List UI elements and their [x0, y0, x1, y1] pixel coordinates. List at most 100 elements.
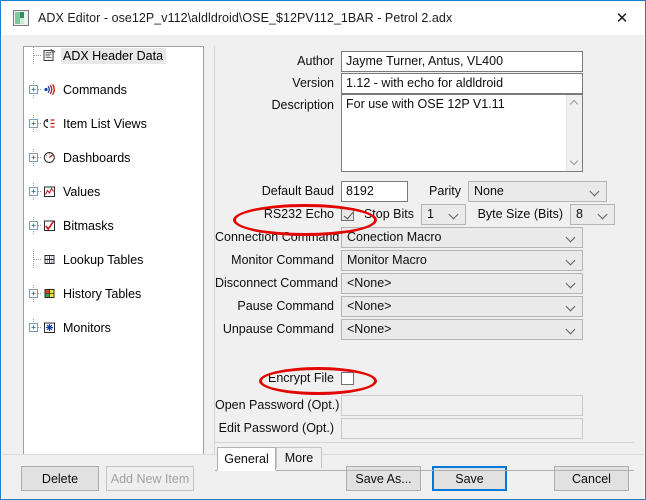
title-bar: ADX Editor - ose12P_v112\aldldroid\OSE_$…: [1, 1, 645, 35]
tree-item-item-list-views[interactable]: + Item List Views: [24, 115, 203, 132]
edit-password-input[interactable]: [341, 417, 583, 439]
field-row-author: Author Jayme Turner, Antus, VL400: [215, 50, 634, 72]
tab-separator: [215, 442, 634, 443]
open-password-label: Open Password (Opt.): [215, 398, 340, 412]
window-title: ADX Editor - ose12P_v112\aldldroid\OSE_$…: [38, 11, 453, 25]
dashboards-icon: [42, 150, 57, 165]
unpause-command-select[interactable]: <None>: [341, 318, 583, 340]
field-row-edit-password: Edit Password (Opt.): [215, 417, 634, 439]
default-baud-label: Default Baud: [261, 184, 334, 198]
delete-button[interactable]: Delete: [21, 466, 99, 491]
connection-command-label: Connection Command: [215, 230, 340, 244]
disconnect-command-select[interactable]: <None>: [341, 272, 583, 294]
header-data-form: Author Jayme Turner, Antus, VL400 Versio…: [214, 46, 634, 471]
client-area: ADX Header Data + Commands + Item List V…: [2, 35, 644, 499]
chevron-down-icon: [450, 211, 459, 217]
tree-item-dashboards[interactable]: + Dashboards: [24, 149, 203, 166]
bitmasks-icon: [42, 218, 57, 233]
tree-item-label: Dashboards: [63, 150, 131, 165]
description-label-row: Description: [215, 94, 341, 116]
byte-size-label: Byte Size (Bits): [477, 207, 563, 221]
field-row-encrypt-file: Encrypt File: [215, 367, 634, 389]
tree-expander-dashboards[interactable]: +: [29, 153, 38, 162]
chevron-down-icon: [567, 326, 576, 332]
field-row-unpause-command: Unpause Command <None>: [215, 318, 634, 340]
tab-general[interactable]: General: [217, 447, 276, 471]
connection-command-select[interactable]: Conection Macro: [341, 226, 583, 248]
tree-item-label: History Tables: [63, 286, 142, 301]
chevron-down-icon: [567, 257, 576, 263]
field-row-pause-command: Pause Command <None>: [215, 295, 634, 317]
tree-item-history-tables[interactable]: + History Tables: [24, 285, 203, 302]
tree-guide-connector: [34, 55, 41, 56]
byte-size-select[interactable]: 8: [570, 203, 615, 225]
general-tab-content: Author Jayme Turner, Antus, VL400 Versio…: [215, 46, 634, 442]
default-baud-input[interactable]: 8192: [341, 180, 408, 202]
tree-item-commands[interactable]: + Commands: [24, 81, 203, 98]
tree-expander-monitors[interactable]: +: [29, 323, 38, 332]
disconnect-command-value: <None>: [347, 276, 392, 290]
lookup-tables-icon: 1 2 3 0: [42, 252, 57, 267]
rs232-echo-label: RS232 Echo: [263, 207, 334, 221]
version-input[interactable]: 1.12 - with echo for aldldroid: [341, 72, 583, 94]
field-row-connection-command: Connection Command Conection Macro: [215, 226, 634, 248]
tree-item-values[interactable]: + Values: [24, 183, 203, 200]
tree-item-monitors[interactable]: + Monitors: [24, 319, 203, 336]
pause-command-value: <None>: [347, 299, 392, 313]
description-value[interactable]: For use with OSE 12P V1.11: [346, 97, 561, 112]
tree-expander-bitmasks[interactable]: +: [29, 221, 38, 230]
tab-more[interactable]: More: [276, 447, 322, 468]
tree-item-label: Commands: [63, 82, 127, 97]
tree-item-lookup-tables[interactable]: 1 2 3 0 Lookup Tables: [24, 251, 203, 268]
scroll-up-icon[interactable]: [569, 99, 580, 109]
unpause-command-label: Unpause Command: [222, 322, 334, 336]
scroll-down-icon[interactable]: [569, 156, 580, 166]
connection-command-value: Conection Macro: [347, 230, 442, 244]
item-list-views-icon: [42, 116, 57, 131]
tree-expander-item-list-views[interactable]: +: [29, 119, 38, 128]
tree-item-label: Monitors: [63, 320, 111, 335]
monitors-icon: [42, 320, 57, 335]
description-label: Description: [271, 98, 334, 112]
tree-item-label: Values: [63, 184, 101, 199]
tree-item-label: Bitmasks: [63, 218, 114, 233]
stop-bits-select[interactable]: 1: [421, 203, 466, 225]
description-textarea[interactable]: For use with OSE 12P V1.11: [341, 94, 583, 172]
rs232-echo-checkbox[interactable]: [341, 207, 354, 221]
field-row-open-password: Open Password (Opt.): [215, 394, 634, 416]
byte-size-value: 8: [576, 207, 583, 221]
parity-value: None: [474, 184, 504, 198]
chevron-down-icon: [567, 234, 576, 240]
tab-baseline: [215, 470, 634, 471]
monitor-command-select[interactable]: Monitor Macro: [341, 249, 583, 271]
author-label: Author: [297, 54, 334, 68]
disconnect-command-label: Disconnect Command: [215, 276, 338, 290]
tree-item-label: ADX Header Data: [61, 47, 167, 64]
field-row-version: Version 1.12 - with echo for aldldroid: [215, 72, 634, 94]
encrypt-file-checkbox[interactable]: [341, 371, 354, 385]
dialog-button-bar: Delete Add New Item Save As... Save Canc…: [2, 454, 644, 498]
pause-command-label: Pause Command: [237, 299, 334, 313]
pause-command-select[interactable]: <None>: [341, 295, 583, 317]
tree-expander-commands[interactable]: +: [29, 85, 38, 94]
tree-expander-values[interactable]: +: [29, 187, 38, 196]
field-row-baud-parity: Default Baud 8192 Parity None: [215, 180, 634, 202]
monitor-command-value: Monitor Macro: [347, 253, 427, 267]
stop-bits-label: Stop Bits: [363, 207, 414, 221]
tree-item-adx-header-data[interactable]: ADX Header Data: [24, 47, 203, 64]
tree-item-bitmasks[interactable]: + Bitmasks: [24, 217, 203, 234]
parity-select[interactable]: None: [468, 180, 607, 202]
close-icon[interactable]: ✕: [599, 1, 645, 34]
open-password-input[interactable]: [341, 394, 583, 416]
description-scrollbar[interactable]: [566, 95, 582, 171]
navigation-tree[interactable]: ADX Header Data + Commands + Item List V…: [23, 46, 204, 471]
add-new-item-button[interactable]: Add New Item: [106, 466, 194, 491]
parity-label: Parity: [429, 184, 461, 198]
author-input[interactable]: Jayme Turner, Antus, VL400: [341, 50, 583, 72]
adx-app-icon: [13, 10, 29, 26]
tree-expander-history-tables[interactable]: +: [29, 289, 38, 298]
field-row-monitor-command: Monitor Command Monitor Macro: [215, 249, 634, 271]
unpause-command-value: <None>: [347, 322, 392, 336]
svg-text:3: 3: [46, 260, 48, 264]
stop-bits-value: 1: [427, 207, 434, 221]
